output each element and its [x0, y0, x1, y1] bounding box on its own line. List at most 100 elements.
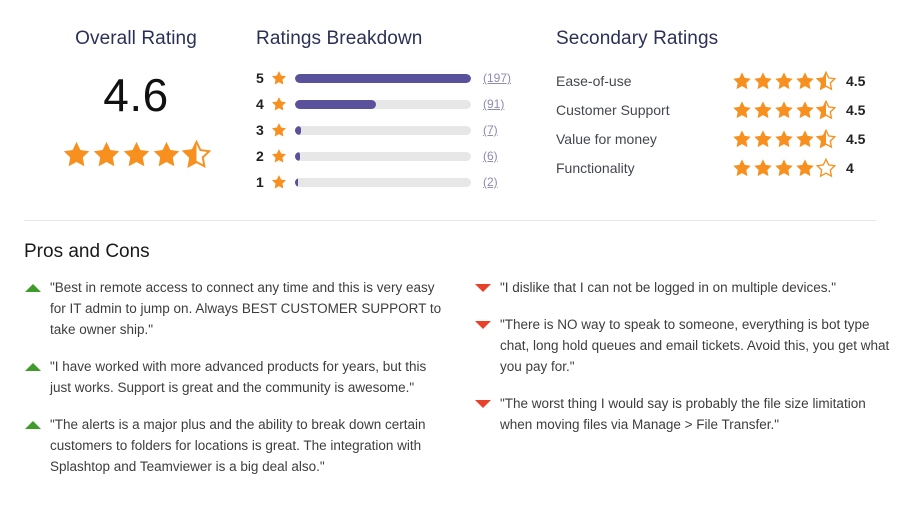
star-icon [732, 158, 752, 178]
breakdown-bar-fill [295, 177, 298, 187]
overall-rating-stars [24, 140, 248, 169]
overall-rating-title: Overall Rating [75, 28, 197, 49]
star-icon [816, 70, 836, 91]
star-icon [795, 100, 815, 120]
overall-rating-score: 4.6 [103, 69, 169, 121]
pros-column: "Best in remote access to connect any ti… [24, 277, 450, 493]
star-icon [774, 129, 794, 149]
star-icon [271, 70, 287, 86]
secondary-rating-stars [732, 70, 838, 91]
star-icon [271, 96, 287, 112]
star-icon [795, 71, 815, 91]
pro-arrow-up-icon [24, 356, 50, 398]
secondary-rating-label: Value for money [556, 130, 657, 147]
secondary-ratings-list: Ease-of-use 4.5 Customer Support 4.5 Value f… [548, 66, 876, 182]
pro-item: "I have worked with more advanced produc… [24, 356, 450, 398]
ratings-breakdown-row: 3 (7) [256, 120, 548, 140]
breakdown-count-link[interactable]: (197) [483, 71, 511, 85]
star-icon [795, 129, 815, 149]
secondary-rating-value: 4.5 [846, 101, 866, 118]
star-icon [92, 140, 121, 169]
breakdown-bar-track [295, 177, 471, 187]
pro-arrow-up-icon [24, 277, 50, 340]
breakdown-star-level: 3 [256, 122, 264, 138]
ratings-breakdown-row: 5 (197) [256, 68, 548, 88]
ratings-breakdown-row: 2 (6) [256, 146, 548, 166]
pro-item: "Best in remote access to connect any ti… [24, 277, 450, 340]
con-text: "I dislike that I can not be logged in o… [500, 280, 837, 295]
star-icon [122, 140, 151, 169]
secondary-rating-row: Ease-of-use 4.5 [556, 66, 876, 95]
con-arrow-down-icon [474, 277, 500, 298]
star-icon [181, 140, 211, 169]
ratings-breakdown-row: 1 (2) [256, 172, 548, 192]
star-icon [271, 174, 287, 190]
star-icon [816, 99, 836, 120]
star-icon [816, 128, 836, 149]
breakdown-count-link[interactable]: (91) [483, 97, 504, 111]
star-icon [271, 148, 287, 164]
secondary-ratings-section: Secondary Ratings Ease-of-use 4.5 Customer… [548, 28, 876, 198]
star-icon [753, 129, 773, 149]
secondary-ratings-title: Secondary Ratings [556, 28, 719, 49]
star-icon [62, 140, 91, 169]
breakdown-bar-track [295, 125, 471, 135]
secondary-rating-stars [732, 157, 838, 178]
pro-text: "The alerts is a major plus and the abil… [50, 417, 426, 474]
pro-item: "The alerts is a major plus and the abil… [24, 414, 450, 477]
star-icon [753, 158, 773, 178]
ratings-breakdown-title: Ratings Breakdown [256, 28, 423, 49]
con-arrow-down-icon [474, 314, 500, 377]
overall-rating-section: Overall Rating 4.6 [24, 28, 248, 198]
pros-and-cons-title: Pros and Cons [24, 241, 150, 262]
pro-arrow-up-icon [24, 414, 50, 477]
secondary-rating-stars [732, 128, 838, 149]
con-item: "I dislike that I can not be logged in o… [474, 277, 900, 298]
star-icon [774, 158, 794, 178]
con-arrow-down-icon [474, 393, 500, 435]
breakdown-star-level: 5 [256, 70, 264, 86]
secondary-rating-row: Value for money 4.5 [556, 124, 876, 153]
secondary-rating-row: Functionality 4 [556, 153, 876, 182]
breakdown-bar-fill [295, 99, 377, 109]
breakdown-bar-track [295, 151, 471, 161]
pro-text: "Best in remote access to connect any ti… [50, 280, 442, 337]
breakdown-count-link[interactable]: (7) [483, 123, 498, 137]
cons-column: "I dislike that I can not be logged in o… [474, 277, 900, 493]
breakdown-star-level: 4 [256, 96, 264, 112]
star-icon [732, 129, 752, 149]
star-icon [795, 158, 815, 178]
secondary-rating-stars [732, 99, 838, 120]
secondary-rating-row: Customer Support 4.5 [556, 95, 876, 124]
secondary-rating-value: 4.5 [846, 130, 866, 147]
secondary-rating-label: Functionality [556, 159, 635, 176]
breakdown-bar-fill [295, 73, 471, 83]
secondary-rating-label: Ease-of-use [556, 72, 632, 89]
star-icon [774, 100, 794, 120]
secondary-rating-label: Customer Support [556, 101, 670, 118]
pro-text: "I have worked with more advanced produc… [50, 359, 427, 395]
star-icon [774, 71, 794, 91]
ratings-area: Overall Rating 4.6 Ratings Breakdown 5 (1… [0, 0, 900, 198]
breakdown-star-level: 1 [256, 174, 264, 190]
breakdown-bar-fill [295, 125, 302, 135]
con-item: "There is NO way to speak to someone, ev… [474, 314, 900, 377]
con-item: "The worst thing I would say is probably… [474, 393, 900, 435]
ratings-breakdown-section: Ratings Breakdown 5 (197) 4 (91) 3 (7) 2 (6) 1 (2… [248, 28, 548, 198]
breakdown-bar-track [295, 99, 471, 109]
breakdown-star-level: 2 [256, 148, 264, 164]
con-text: "The worst thing I would say is probably… [500, 396, 866, 432]
pros-and-cons-section: Pros and Cons "Best in remote access to … [0, 221, 900, 493]
star-icon [732, 71, 752, 91]
secondary-rating-value: 4 [846, 159, 854, 176]
breakdown-bar-track [295, 73, 471, 83]
star-icon [152, 140, 181, 169]
breakdown-count-link[interactable]: (6) [483, 149, 498, 163]
con-text: "There is NO way to speak to someone, ev… [500, 317, 890, 374]
ratings-breakdown-list: 5 (197) 4 (91) 3 (7) 2 (6) 1 (2) [248, 68, 548, 192]
star-icon [753, 71, 773, 91]
breakdown-bar-fill [295, 151, 301, 161]
star-icon [271, 122, 287, 138]
breakdown-count-link[interactable]: (2) [483, 175, 498, 189]
secondary-rating-value: 4.5 [846, 72, 866, 89]
